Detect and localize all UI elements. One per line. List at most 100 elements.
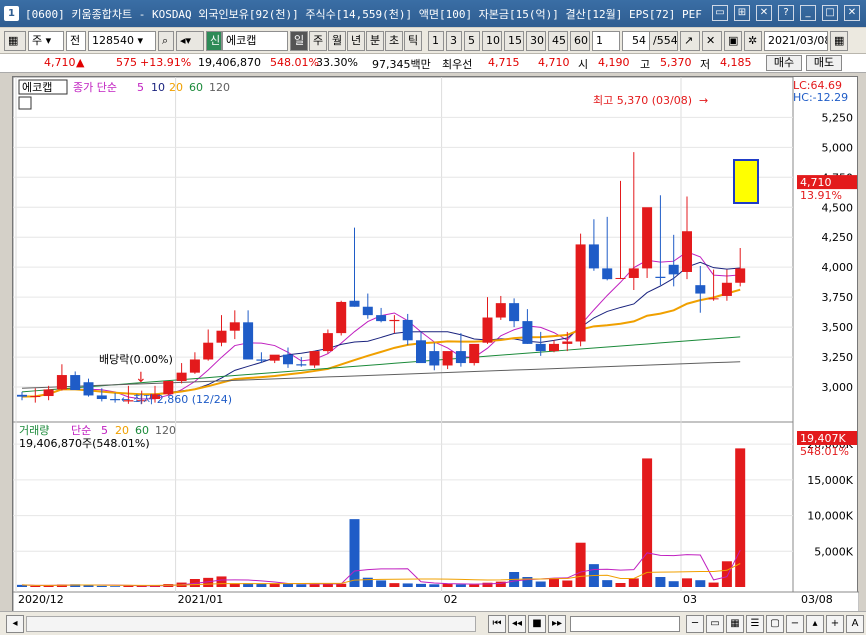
step-10[interactable]: 10 xyxy=(482,31,502,51)
zoom-out-icon[interactable]: ─ xyxy=(686,615,704,633)
minimize-icon[interactable]: _ xyxy=(800,5,816,21)
cross-icon[interactable]: ✕ xyxy=(702,31,722,51)
scroll-right-icon[interactable]: A xyxy=(846,615,864,633)
zoom-slider[interactable] xyxy=(570,616,680,632)
period-label: 주 xyxy=(32,34,43,47)
up-arrow-icon: ▲ xyxy=(76,56,85,69)
type-select[interactable]: 전 xyxy=(66,31,86,51)
list-icon[interactable]: ☰ xyxy=(746,615,764,633)
tab-day[interactable]: 일 xyxy=(290,31,308,51)
candle-body xyxy=(376,315,387,322)
step-15[interactable]: 15 xyxy=(504,31,524,51)
decrease-icon[interactable]: − xyxy=(786,615,804,633)
chart-icon[interactable]: ↗ xyxy=(680,31,700,51)
forward-icon[interactable]: ▸▸ xyxy=(548,615,566,633)
zoom-in-icon[interactable]: ▭ xyxy=(706,615,724,633)
tab-tick[interactable]: 틱 xyxy=(404,31,422,51)
horizontal-scrollbar[interactable] xyxy=(26,616,476,632)
new-badge: 신 xyxy=(206,31,222,51)
volume: 19,406,870 xyxy=(198,56,261,69)
calendar-icon[interactable]: ▦ xyxy=(830,31,848,51)
step-3[interactable]: 3 xyxy=(446,31,462,51)
link-icon[interactable]: ⊞ xyxy=(734,5,750,21)
ma-period-label: 20 xyxy=(169,81,183,94)
tab-second[interactable]: 초 xyxy=(385,31,403,51)
step-45[interactable]: 45 xyxy=(548,31,568,51)
window-icon[interactable]: ▢ xyxy=(766,615,784,633)
price-change: 575 xyxy=(116,56,137,69)
ma-period-label: 5 xyxy=(137,81,144,94)
volume-percent: 548.01% xyxy=(270,56,319,69)
step-30[interactable]: 30 xyxy=(526,31,546,51)
ma-period-label: 120 xyxy=(209,81,230,94)
candle-body xyxy=(655,276,666,278)
current-price: 4,710 xyxy=(44,56,76,69)
buy-button[interactable]: 매수 xyxy=(766,55,802,71)
volume-bar xyxy=(655,577,666,587)
prev-page-icon[interactable]: ⏮ xyxy=(488,615,506,633)
candle-body xyxy=(110,399,121,401)
volume-bar xyxy=(110,586,121,587)
period-select[interactable]: 주 ▾ xyxy=(28,31,64,51)
maximize-icon[interactable]: □ xyxy=(822,5,838,21)
volume-tick-label: 15,000K xyxy=(807,474,853,487)
volume-bar xyxy=(628,578,639,587)
step-5[interactable]: 5 xyxy=(464,31,480,51)
increase-icon[interactable]: + xyxy=(826,615,844,633)
step-1[interactable]: 1 xyxy=(428,31,444,51)
volume-bar xyxy=(602,580,613,587)
tab-minute[interactable]: 분 xyxy=(366,31,384,51)
ma-period-label: 10 xyxy=(151,81,165,94)
save-icon[interactable]: ▣ xyxy=(724,31,742,51)
search-icon[interactable]: ⌕ xyxy=(158,31,174,51)
volume-bar xyxy=(562,580,573,587)
volume-bar xyxy=(535,581,546,587)
volume-flag-percent: 548.01% xyxy=(800,445,849,458)
code-input[interactable]: 128540 ▾ xyxy=(88,31,156,51)
window-close-icon[interactable]: ✕ xyxy=(844,5,860,21)
low-label: 저 xyxy=(700,58,711,71)
chart-area[interactable]: 2020/12 2021/01 02 03 03/08 3,000 3,250 3,500 3,… xyxy=(12,76,860,613)
help-icon[interactable]: ? xyxy=(778,5,794,21)
candle-body xyxy=(668,264,679,275)
tab-week[interactable]: 주 xyxy=(309,31,327,51)
tab-month[interactable]: 월 xyxy=(328,31,346,51)
candle-body xyxy=(642,207,653,269)
candle-body xyxy=(309,351,320,366)
price-flag-percent: 13.91% xyxy=(800,189,842,202)
page-total: /554 xyxy=(650,31,678,51)
volume-ma-period-label: 60 xyxy=(135,424,149,437)
date-field[interactable]: 2021/03/08 xyxy=(764,31,828,51)
scroll-left-icon[interactable]: ◂ xyxy=(6,615,24,633)
volume-bar xyxy=(216,576,227,587)
step-value[interactable]: 1 xyxy=(592,31,620,51)
candle-body xyxy=(349,300,360,307)
candle-body xyxy=(229,322,240,331)
price-tick-label: 4,250 xyxy=(822,231,854,244)
price-tick-label: 4,500 xyxy=(822,201,854,214)
grid-icon[interactable]: ▦ xyxy=(726,615,744,633)
date-axis-label: 02 xyxy=(444,593,458,606)
save-layout-icon[interactable]: ▭ xyxy=(712,5,728,21)
volume-bar xyxy=(735,448,746,587)
rewind-icon[interactable]: ◂◂ xyxy=(508,615,526,633)
candle-body xyxy=(562,341,573,344)
stop-icon[interactable]: ■ xyxy=(528,615,546,633)
chart-svg[interactable]: 2020/12 2021/01 02 03 03/08 3,000 3,250 3,500 3,… xyxy=(12,76,860,613)
volume-bar xyxy=(469,584,480,587)
volume-bar xyxy=(376,580,387,587)
layout-icon[interactable]: ▦ xyxy=(4,31,26,51)
tab-year[interactable]: 년 xyxy=(347,31,365,51)
stock-name-field[interactable]: 에코캡 xyxy=(222,31,288,51)
sell-button[interactable]: 매도 xyxy=(806,55,842,71)
open-price: 4,190 xyxy=(598,56,630,69)
step-60[interactable]: 60 xyxy=(570,31,590,51)
up-icon[interactable]: ▴ xyxy=(806,615,824,633)
close-icon[interactable]: ✕ xyxy=(756,5,772,21)
candle-body xyxy=(336,301,347,334)
volume-flag-label: 19,407K xyxy=(800,432,846,445)
volume-bar xyxy=(429,584,440,587)
gear-icon[interactable]: ✲ xyxy=(744,31,762,51)
sound-icon[interactable]: ◂▾ xyxy=(176,31,204,51)
page-counter[interactable]: 54 xyxy=(622,31,650,51)
